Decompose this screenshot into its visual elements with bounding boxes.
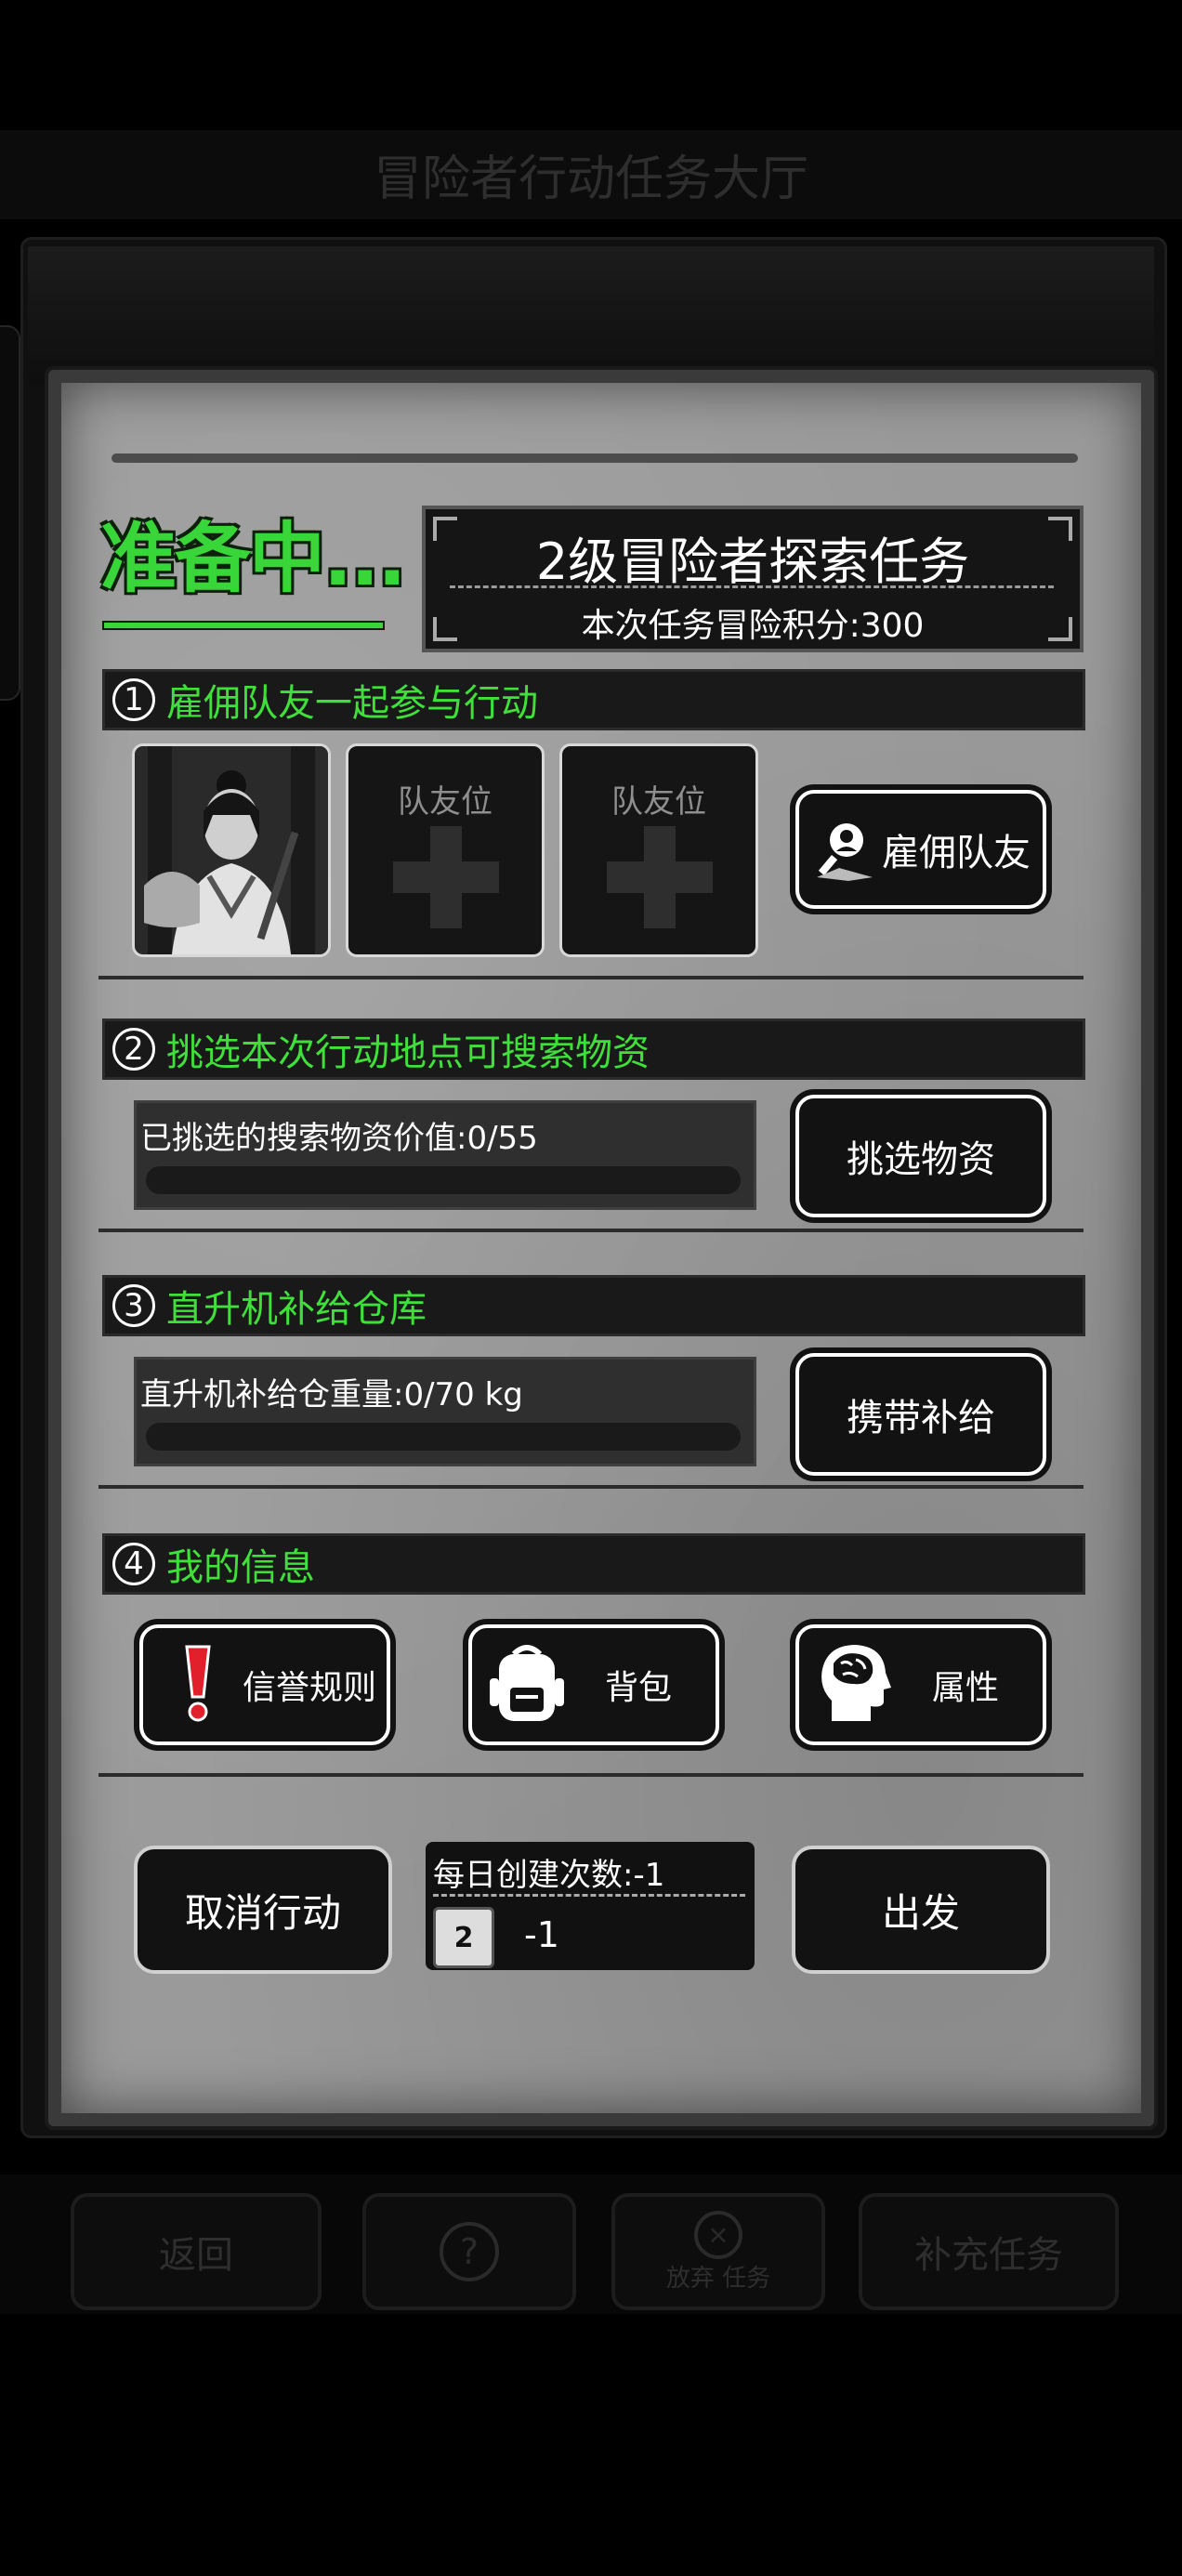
backpack-icon [485,1639,569,1727]
helicopter-progress-bar [146,1423,741,1451]
carry-supplies-button[interactable]: 携带补给 [795,1353,1046,1476]
task-title: 2级冒险者探索任务 [535,532,970,591]
teammate-slot-3[interactable]: 队友位 [559,743,758,957]
reputation-rules-button[interactable]: 信誉规则 [139,1624,390,1745]
daily-create-count: 每日创建次数:-1 2 -1 [426,1842,755,1970]
status-title: 准备中... [100,515,406,603]
level-ticket-icon: 2 [433,1907,494,1968]
panel-top-rule [112,453,1078,463]
section-my-info: 4 我的信息 [102,1533,1085,1595]
help-button: ? [362,2193,576,2310]
section-number: 4 [112,1543,155,1585]
reputation-label: 信誉规则 [242,1669,376,1707]
divider [433,1894,745,1897]
depart-button[interactable]: 出发 [792,1846,1050,1974]
select-supplies-button[interactable]: 挑选物资 [795,1095,1046,1217]
back-button: 返回 [71,2193,322,2310]
slot-label: 队友位 [611,783,706,821]
section-number: 1 [112,678,155,721]
helicopter-progress-text: 直升机补给仓重量:0/70 kg [140,1376,523,1413]
exclamation-icon [156,1639,240,1727]
section-title: 我的信息 [166,1546,315,1589]
attributes-button[interactable]: 属性 [795,1624,1046,1745]
daily-count-value: -1 [524,1914,559,1955]
teammate-slot-2[interactable]: 队友位 [346,743,545,957]
section-title: 直升机补给仓库 [166,1288,427,1331]
divider [98,1773,1084,1777]
section-number: 3 [112,1284,155,1327]
select-supplies-label: 挑选物资 [847,1138,995,1181]
side-tab [0,325,20,701]
section-title: 雇佣队友一起参与行动 [166,682,538,725]
section-number: 2 [112,1028,155,1071]
section-supplies: 2 挑选本次行动地点可搜索物资 [102,1019,1085,1080]
brain-head-icon [812,1639,896,1727]
divider [98,1229,1084,1232]
supplement-label: 补充任务 [914,2234,1063,2277]
section-title: 挑选本次行动地点可搜索物资 [166,1032,650,1074]
hire-button-label: 雇佣队友 [882,832,1031,874]
plus-icon [393,861,499,893]
character-portrait [135,746,328,954]
back-button-label: 返回 [159,2234,233,2277]
slot-label: 队友位 [398,783,492,821]
search-person-icon [817,823,873,881]
helicopter-progress: 直升机补给仓重量:0/70 kg [134,1357,756,1466]
hall-banner [28,246,1154,386]
close-icon: × [694,2210,742,2259]
supplies-progress-text: 已挑选的搜索物资价值:0/55 [140,1120,538,1157]
status-underline [102,621,385,630]
section-helicopter: 3 直升机补给仓库 [102,1275,1085,1336]
task-score: 本次任务冒险积分:300 [581,607,925,645]
supplement-button: 补充任务 [859,2193,1119,2310]
hall-title: 冒险者行动任务大厅 [373,151,808,207]
section-hire: 1 雇佣队友一起参与行动 [102,669,1085,730]
teammate-slot-1[interactable] [132,743,331,957]
attributes-label: 属性 [931,1669,999,1707]
daily-count-label: 每日创建次数:-1 [433,1857,665,1894]
divider [98,1485,1084,1489]
question-icon: ? [440,2222,499,2281]
depart-label: 出发 [881,1889,960,1936]
plus-icon [607,861,713,893]
backpack-label: 背包 [604,1669,672,1707]
backpack-button[interactable]: 背包 [468,1624,719,1745]
abandon-button: × 放弃 任务 [611,2193,825,2310]
cancel-label: 取消行动 [184,1889,341,1936]
divider [98,976,1084,979]
carry-supplies-label: 携带补给 [847,1397,995,1439]
hire-teammate-button[interactable]: 雇佣队友 [795,790,1046,909]
divider [450,585,1054,588]
abandon-label: 放弃 任务 [665,2264,771,2293]
task-info-box: 2级冒险者探索任务 本次任务冒险积分:300 [422,506,1084,652]
cancel-action-button[interactable]: 取消行动 [134,1846,392,1974]
supplies-progress: 已挑选的搜索物资价值:0/55 [134,1100,756,1210]
supplies-progress-bar [146,1166,741,1194]
